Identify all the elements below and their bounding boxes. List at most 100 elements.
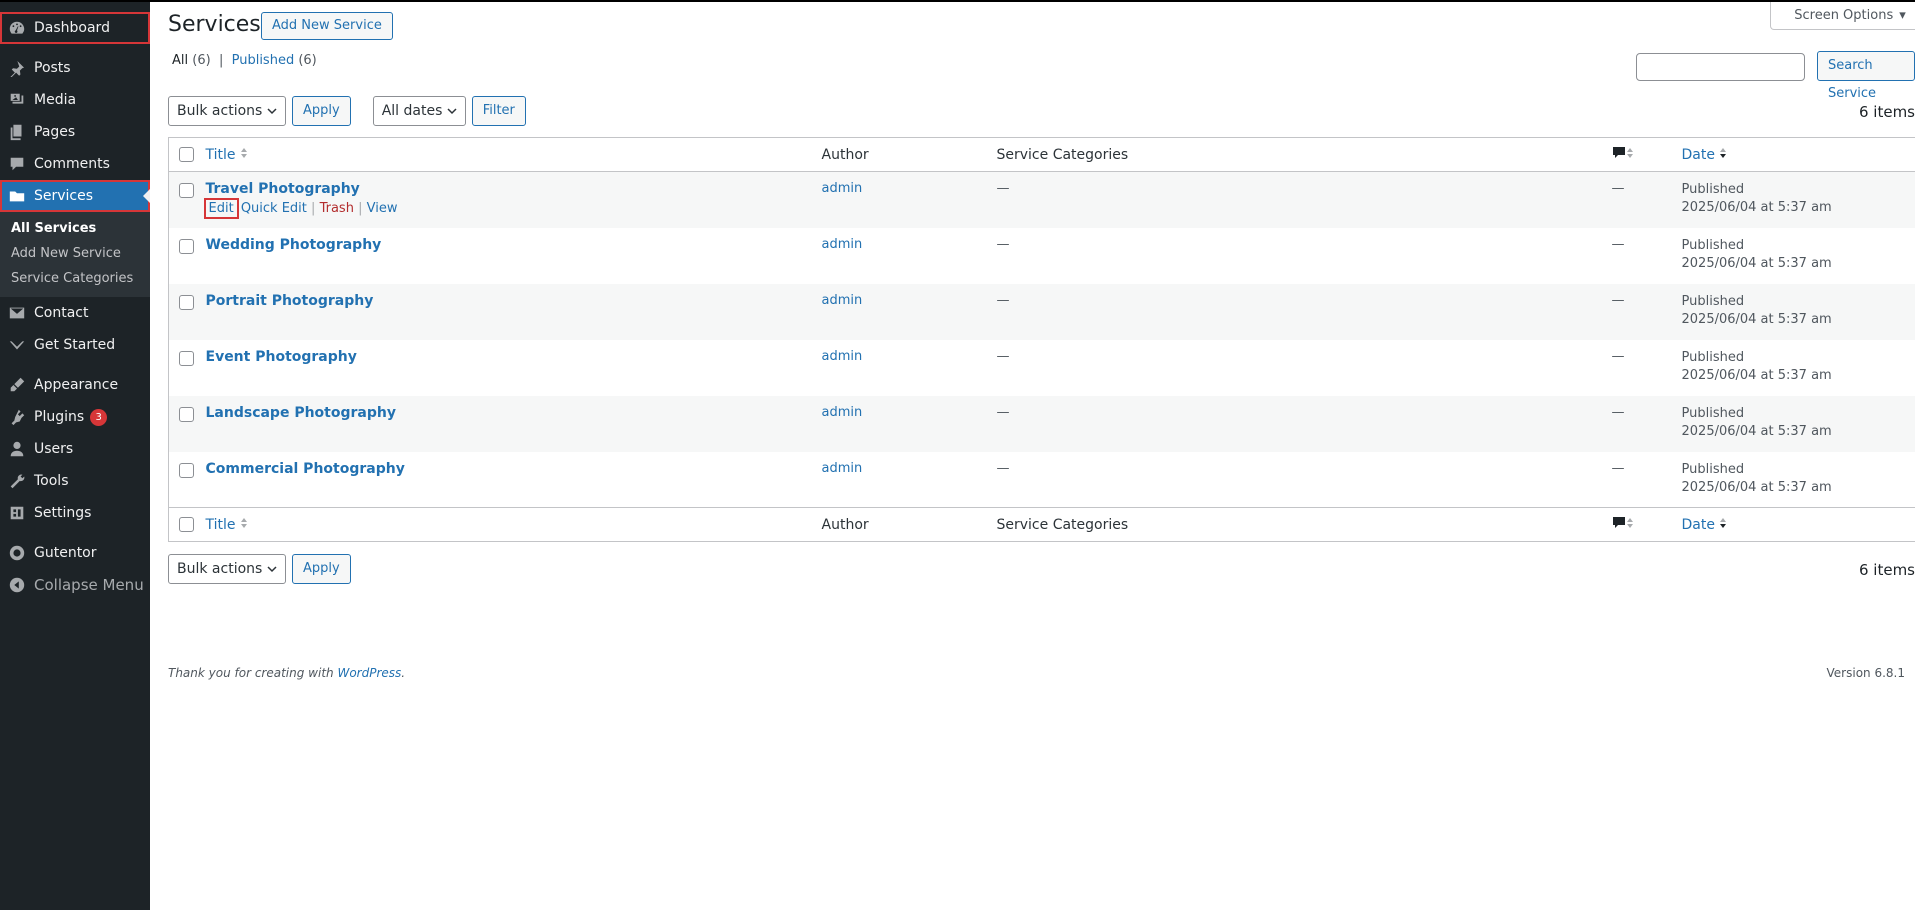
trash-link[interactable]: Trash [320,201,354,216]
plugins-update-badge: 3 [90,408,108,426]
table-row: Landscape Photography admin — — Publishe… [168,395,1915,452]
post-status: Published [1681,293,1745,309]
page-title: Services [168,12,261,37]
date-filter-value: All dates [381,103,443,119]
current-menu-caret [143,189,150,203]
sort-date-link[interactable]: Date [1682,147,1715,163]
sidebar-item-label: Comments [34,156,110,172]
footer-version: Version 6.8.1 [1826,666,1905,680]
sidebar-item-posts[interactable]: Posts [0,52,150,84]
row-checkbox[interactable] [179,462,194,478]
sidebar-item-services[interactable]: Services [0,180,150,212]
author-link[interactable]: admin [822,461,863,476]
service-title-link[interactable]: Portrait Photography [206,293,374,309]
search-service-button[interactable]: Search Service [1817,51,1915,101]
author-link[interactable]: admin [822,405,863,420]
comments-icon [0,155,34,173]
sidebar-item-get-started[interactable]: Get Started [0,329,150,361]
author-link[interactable]: admin [822,237,863,252]
bulk-actions-select[interactable]: Bulk actions [168,96,286,126]
table-row: Event Photography admin — — Published 202… [169,340,1915,396]
screen-options-label: Screen Options [1794,8,1894,23]
view-all-link[interactable]: All [172,53,188,68]
comments-column-icon[interactable] [1612,516,1634,534]
column-service-categories-bottom: Service Categories [996,516,1129,533]
sidebar-item-dashboard[interactable]: Dashboard [0,12,150,44]
author-link[interactable]: admin [822,349,863,364]
search-input[interactable] [1636,53,1805,81]
view-published-link[interactable]: Published [232,53,295,68]
sidebar-item-plugins[interactable]: Plugins 3 [0,401,150,433]
service-title-link[interactable]: Event Photography [206,349,357,365]
sort-date-link-bottom[interactable]: Date [1682,517,1715,533]
chevron-down-icon [267,108,277,115]
sort-desc-icon [1719,147,1727,163]
wrench-icon [0,472,34,490]
row-checkbox[interactable] [179,183,194,198]
service-title-link[interactable]: Travel Photography [206,181,360,197]
gutentor-icon [0,544,34,562]
screen-options-button[interactable]: Screen Options ▾ [1770,2,1915,30]
sidebar-item-gutentor[interactable]: Gutentor [0,537,150,569]
service-title-link[interactable]: Wedding Photography [206,237,382,253]
submenu-add-new-service[interactable]: Add New Service [0,241,150,266]
view-all-count: (6) [192,53,211,68]
date-filter-select[interactable]: All dates [372,96,466,126]
row-checkbox[interactable] [179,238,194,254]
bulk-actions-value: Bulk actions [177,103,263,119]
row-checkbox[interactable] [179,350,194,366]
sidebar-item-media[interactable]: Media [0,84,150,116]
comments-column-icon[interactable] [1612,146,1634,164]
sidebar-item-label: Users [34,441,74,457]
sidebar-item-label: Contact [34,305,89,321]
submenu-all-services[interactable]: All Services [0,216,150,241]
wordpress-link[interactable]: WordPress [337,666,401,680]
sidebar-item-settings[interactable]: Settings [0,497,150,529]
collapse-icon [0,576,34,594]
view-published-count: (6) [298,53,317,68]
row-checkbox[interactable] [179,406,194,422]
submenu-service-categories[interactable]: Service Categories [0,266,150,291]
author-link[interactable]: admin [822,293,863,308]
table-row: Wedding Photography admin — — Published 2… [169,228,1915,284]
sort-icon [240,147,248,163]
post-status: Published [1681,237,1745,253]
main-content: Services Add New Service Screen Options … [168,2,1915,910]
sidebar-item-pages[interactable]: Pages [0,116,150,148]
service-title-link[interactable]: Landscape Photography [206,405,396,421]
row-checkbox[interactable] [179,294,194,310]
quick-edit-link[interactable]: Quick Edit [241,201,307,216]
view-separator: | [218,53,224,68]
edit-link[interactable]: Edit [203,198,239,219]
author-link[interactable]: admin [822,181,863,196]
service-categories-cell: — [996,292,1010,308]
table-row: Travel Photography Edit Quick Edit | Tra… [168,171,1915,228]
table-row: Commercial Photography admin — — Publish… [169,452,1915,508]
bulk-actions-select-bottom[interactable]: Bulk actions [168,554,286,584]
post-status: Published [1681,182,1745,197]
user-icon [0,440,34,458]
admin-sidebar: Dashboard Posts Media Pages Comments Ser… [0,2,150,910]
sidebar-item-appearance[interactable]: Appearance [0,369,150,401]
sidebar-item-label: Plugins [34,409,85,425]
sidebar-item-label: Pages [34,124,76,140]
select-all-checkbox[interactable] [179,147,194,162]
sort-title-link-bottom[interactable]: Title [206,517,236,533]
add-new-service-button[interactable]: Add New Service [261,12,393,40]
collapse-menu-button[interactable]: Collapse Menu [0,569,150,601]
sidebar-item-comments[interactable]: Comments [0,148,150,180]
select-all-checkbox-bottom[interactable] [179,517,194,532]
column-author-bottom: Author [821,516,869,533]
service-categories-cell: — [996,404,1010,420]
apply-button-bottom[interactable]: Apply [292,554,351,584]
apply-button-top[interactable]: Apply [292,96,351,126]
paintbrush-icon [0,376,34,394]
sidebar-item-tools[interactable]: Tools [0,465,150,497]
sort-title-link[interactable]: Title [206,147,236,163]
view-link[interactable]: View [367,201,398,216]
service-title-link[interactable]: Commercial Photography [206,461,405,477]
sidebar-item-users[interactable]: Users [0,433,150,465]
comments-cell: — [1611,181,1625,196]
filter-button[interactable]: Filter [471,96,526,126]
sidebar-item-contact[interactable]: Contact [0,297,150,329]
